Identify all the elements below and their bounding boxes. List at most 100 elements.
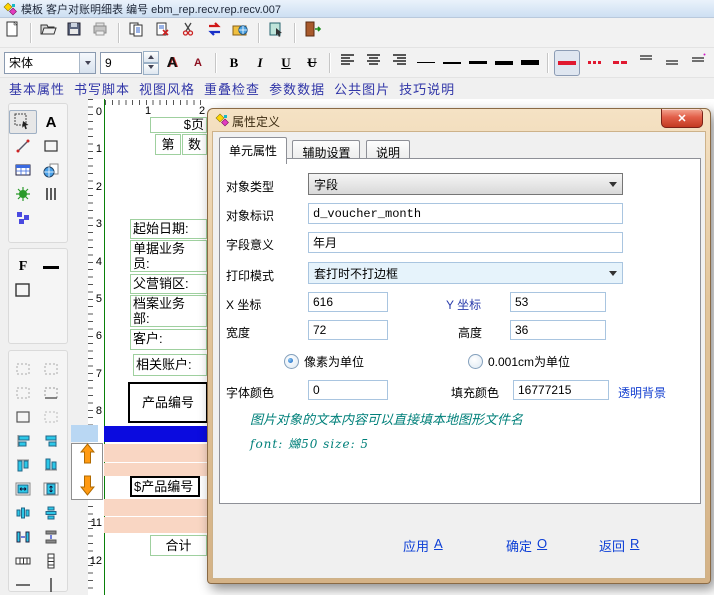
shrink-font-button[interactable]: A [186,51,210,75]
text-tool[interactable]: A [37,110,65,134]
italic-button[interactable]: I [248,51,272,75]
menu-item-param-data[interactable]: 参数数据 [269,79,325,98]
valign-top-button[interactable] [634,51,658,75]
dashed-cell-tool-3[interactable] [9,381,37,405]
template-cell[interactable]: 起始日期: [130,219,207,239]
same-width-button[interactable] [9,477,37,501]
web-picture-tool[interactable] [37,158,65,182]
line-style-solid-button[interactable] [554,50,580,76]
copy-button[interactable] [125,21,149,45]
field-meaning-input[interactable]: 年月 [308,232,623,253]
unit-cm-option[interactable]: 0.001cm为单位 [468,353,570,370]
template-cell[interactable]: $页 [150,117,207,133]
align-rights-button[interactable] [37,429,65,453]
spin-up-button[interactable] [143,51,159,63]
strikethrough-button[interactable]: U [300,51,324,75]
line-style-dashed-button[interactable] [608,51,632,75]
radio-unselected-icon[interactable] [468,354,483,369]
template-cell[interactable]: 合计 [150,535,207,556]
radio-selected-icon[interactable] [284,354,299,369]
template-cell[interactable]: 相关账户: [133,354,207,376]
thick-line-tool[interactable] [37,255,65,279]
unit-pixel-option[interactable]: 像素为单位 [284,353,364,370]
space-vertical-button[interactable] [37,525,65,549]
tab-cell-properties[interactable]: 单元属性 [219,137,287,164]
height-input[interactable]: 36 [510,320,606,340]
back-button[interactable]: 返回R [599,536,639,555]
line-weight-4-button[interactable] [492,51,516,75]
space-horizontal-button[interactable] [9,525,37,549]
cell-underline-tool[interactable] [37,381,65,405]
template-cell[interactable]: $产品编号 [130,476,200,497]
paste-button[interactable] [151,21,175,45]
dashed-cell-tool-2[interactable] [37,357,65,381]
font-size-input[interactable]: 9 [100,52,142,74]
template-cell[interactable]: 单据业务员: [130,240,207,272]
print-preview-button[interactable] [89,21,113,45]
move-up-button[interactable] [80,443,95,470]
bold-button[interactable]: B [222,51,246,75]
fill-color-input[interactable]: 16777215 [513,380,609,400]
close-button[interactable]: ✕ [661,109,703,128]
frame-tool[interactable] [9,279,37,303]
new-button[interactable] [1,21,25,45]
align-right-button[interactable] [388,51,412,75]
barcode-tool[interactable] [37,182,65,206]
line-style-dotted-button[interactable] [582,51,606,75]
chevron-down-icon[interactable] [79,53,95,73]
ok-button[interactable]: 确定O [506,536,547,555]
underline-button[interactable]: U [274,51,298,75]
align-left-button[interactable] [336,51,360,75]
picture-library-button[interactable] [229,21,253,45]
line-weight-1-button[interactable] [414,51,438,75]
align-bottoms-button[interactable] [37,453,65,477]
valign-bottom-button[interactable] [660,51,684,75]
line-tool[interactable] [9,134,37,158]
exit-button[interactable] [301,21,325,45]
detail-row-band[interactable] [104,499,207,516]
selected-row-band[interactable] [104,426,207,442]
solid-cell-tool[interactable] [9,405,37,429]
same-height-button[interactable] [37,477,65,501]
vertical-line-button[interactable] [37,573,65,595]
split-rows-button[interactable] [37,549,65,573]
transparent-bg-link[interactable]: 透明背景 [618,384,666,401]
width-input[interactable]: 72 [308,320,388,340]
swap-button[interactable] [203,21,227,45]
rectangle-tool[interactable] [37,134,65,158]
menu-item-script[interactable]: 书写脚本 [74,79,130,98]
align-tops-button[interactable] [9,453,37,477]
y-input[interactable]: 53 [510,292,606,312]
template-cell[interactable]: 第 [155,134,181,155]
center-horizontal-button[interactable] [9,501,37,525]
template-cell[interactable]: 客户: [130,329,207,350]
menu-item-shared-pictures[interactable]: 公共图片 [334,79,390,98]
view-button[interactable] [265,21,289,45]
select-tool[interactable] [9,110,37,134]
print-mode-combo[interactable]: 套打时不打边框 [308,262,623,284]
grow-font-button[interactable]: A [160,51,184,75]
valign-middle-button[interactable] [686,51,710,75]
template-cell[interactable]: 父营销区: [130,274,207,294]
object-id-input[interactable]: d_voucher_month [308,203,623,224]
table-tool[interactable] [9,158,37,182]
menu-item-tips[interactable]: 技巧说明 [399,79,455,98]
detail-row-band[interactable] [104,444,207,462]
font-family-combo[interactable]: 宋体 [4,52,96,74]
spin-down-button[interactable] [143,63,159,75]
menu-item-basic-props[interactable]: 基本属性 [9,79,65,98]
line-weight-5-button[interactable] [518,51,542,75]
save-button[interactable] [63,21,87,45]
line-weight-3-button[interactable] [466,51,490,75]
dashed-cell-tool-1[interactable] [9,357,37,381]
template-cell[interactable]: 档案业务部: [130,295,207,327]
cut-button[interactable] [177,21,201,45]
menu-item-overlap-check[interactable]: 重叠检查 [204,79,260,98]
template-cell[interactable]: 数 [182,134,207,155]
split-columns-button[interactable] [9,549,37,573]
align-center-button[interactable] [362,51,386,75]
align-lefts-button[interactable] [9,429,37,453]
detail-row-band[interactable] [104,463,207,476]
move-down-button[interactable] [80,474,95,501]
center-vertical-button[interactable] [37,501,65,525]
